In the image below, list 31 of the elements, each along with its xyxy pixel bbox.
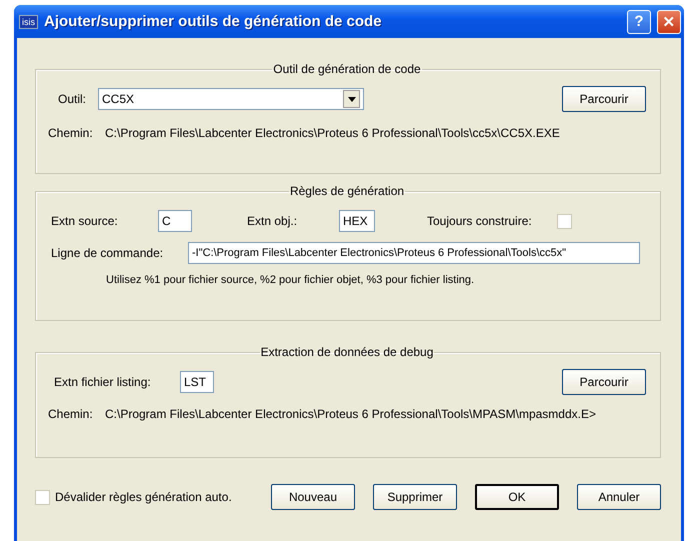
path-label: Chemin: [48,126,94,140]
path-value: C:\Program Files\Labcenter Electronics\Proteus 6 Professional\Tools\MPASM\mpasmddx.E> [105,407,596,421]
obj-label: Extn obj.: [247,214,298,228]
tool-dropdown[interactable]: CC5X [98,88,364,110]
path-value: C:\Program Files\Labcenter Electronics\Proteus 6 Professional\Tools\cc5x\CC5X.EXE [105,126,560,140]
hint-text: Utilisez %1 pour fichier source, %2 pour fichier objet, %3 pour fichier listing. [106,274,474,286]
listing-field[interactable]: LST [180,371,214,393]
window-title: Ajouter/supprimer outils de génération de code [44,13,383,30]
dialog-button[interactable]: OK [475,484,559,510]
browse-button[interactable]: Parcourir [562,369,646,395]
group-title: Outil de génération de code [272,62,422,76]
source-label: Extn source: [51,214,119,228]
dialog-button[interactable]: Nouveau [271,484,355,510]
disable-checkbox[interactable] [35,490,50,504]
listing-label: Extn fichier listing: [54,375,152,389]
dialog-button[interactable]: Supprimer [373,484,457,510]
always-build-checkbox[interactable] [557,214,572,228]
source-field[interactable]: C [158,210,192,232]
path-label: Chemin: [48,407,94,421]
group-title: Règles de génération [288,184,406,198]
browse-button[interactable]: Parcourir [562,86,646,112]
close-button[interactable]: ✕ [657,10,681,34]
dialog-button[interactable]: Annuler [577,484,661,510]
command-field[interactable]: -I"C:\Program Files\Labcenter Electronics\Proteus 6 Professional\Tools\cc5x" [188,242,640,264]
app-badge: isis [19,14,38,28]
always-build-label: Toujours construire: [427,214,533,228]
command-label: Ligne de commande: [51,246,164,260]
disable-label: Dévalider règles génération auto. [55,490,232,504]
group-title: Extraction de données de debug [260,345,434,359]
tool-label: Outil: [58,92,88,106]
obj-field[interactable]: HEX [339,210,375,232]
